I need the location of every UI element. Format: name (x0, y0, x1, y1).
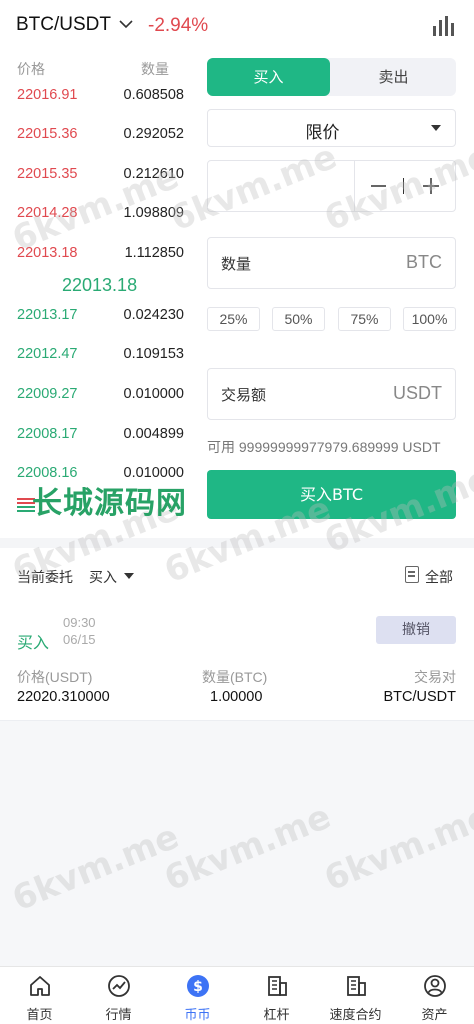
order-type-value: 限价 (305, 123, 340, 143)
bid-price: 22008.17 (17, 426, 78, 442)
order-qty-header: 数量(BTC) (202, 669, 268, 685)
nav-contract[interactable]: 速度合约 (316, 967, 395, 1024)
amount-unit: BTC (406, 252, 442, 272)
amount-label: 数量 (221, 255, 252, 273)
ask-row[interactable]: 22015.36 0.292052 (0, 126, 200, 146)
percent-50-button[interactable]: 50% (272, 307, 325, 331)
nav-label: 资产 (421, 1008, 448, 1023)
ask-qty: 1.112850 (124, 245, 184, 261)
tab-buy[interactable]: 买入 (207, 58, 330, 96)
bid-row[interactable]: 22013.17 0.024230 (0, 307, 200, 327)
contract-icon (347, 976, 366, 996)
pair-title[interactable]: BTC/USDT (16, 14, 111, 36)
ask-qty: 1.098809 (123, 205, 184, 221)
chart-bars-icon[interactable] (432, 16, 454, 36)
text-cursor (403, 178, 404, 194)
ask-row[interactable]: 22015.35 0.212610 (0, 166, 200, 186)
orderbook-price-header: 价格 (17, 62, 45, 78)
buy-btc-button[interactable]: 买入BTC (207, 470, 456, 519)
bid-price: 22013.17 (17, 307, 78, 323)
trade-tabs: 买入 卖出 (207, 58, 456, 96)
ask-price: 22013.18 (17, 245, 78, 261)
bid-qty: 0.004899 (123, 426, 184, 442)
nav-label: 杠杆 (263, 1008, 290, 1023)
price-change: -2.94% (148, 15, 209, 36)
bid-row[interactable]: 22008.17 0.004899 (0, 426, 200, 446)
nav-label: 币币 (184, 1008, 211, 1023)
building-icon (268, 976, 287, 996)
order-pair: BTC/USDT (383, 689, 457, 705)
bid-price: 22009.27 (17, 386, 78, 402)
minus-icon[interactable] (371, 185, 386, 187)
ask-price: 22014.28 (17, 205, 78, 221)
document-icon[interactable] (405, 566, 419, 583)
current-orders-title: 当前委托 (17, 570, 73, 586)
ask-price: 22016.91 (17, 87, 78, 103)
bid-price: 22012.47 (17, 346, 78, 362)
nav-label: 速度合约 (329, 1008, 382, 1023)
price-stepper[interactable] (207, 160, 456, 212)
percent-25-button[interactable]: 25% (207, 307, 260, 331)
ask-row[interactable]: 22016.91 0.608508 (0, 87, 200, 107)
order-price: 22020.310000 (17, 689, 110, 705)
total-label: 交易额 (221, 386, 267, 404)
total-unit: USDT (393, 383, 442, 403)
order-datetime: 09:30 06/15 (63, 614, 96, 648)
percent-100-button[interactable]: 100% (403, 307, 456, 331)
order-price-header: 价格(USDT) (17, 669, 93, 685)
order-type-select[interactable]: 限价 (207, 109, 456, 147)
bid-qty: 0.109153 (123, 346, 184, 362)
orders-filter[interactable]: 买入 (89, 567, 117, 587)
home-icon (30, 976, 50, 996)
empty-area (0, 721, 474, 966)
cancel-order-button[interactable]: 撤销 (376, 616, 456, 644)
percent-75-button[interactable]: 75% (338, 307, 391, 331)
caret-down-icon (431, 125, 441, 131)
nav-margin[interactable]: 杠杆 (237, 967, 316, 1024)
ask-price: 22015.36 (17, 126, 78, 142)
market-icon (108, 975, 130, 997)
header: BTC/USDT -2.94% (0, 0, 474, 54)
ask-qty: 0.212610 (123, 166, 184, 182)
svg-text:$: $ (193, 979, 203, 995)
nav-market[interactable]: 行情 (79, 967, 158, 1024)
stepper-divider (354, 161, 355, 211)
tab-sell[interactable]: 卖出 (331, 58, 456, 96)
amount-field[interactable]: 数量 BTC (207, 237, 456, 289)
bottom-nav: 首页 行情 $ 币币 杠杆 速度合约 资产 (0, 966, 474, 1024)
mid-price[interactable]: 22013.18 (62, 275, 137, 296)
nav-spot[interactable]: $ 币币 (158, 967, 237, 1024)
ask-price: 22015.35 (17, 166, 78, 182)
order-date: 06/15 (63, 632, 96, 647)
bid-qty: 0.010000 (123, 386, 184, 402)
total-field[interactable]: 交易额 USDT (207, 368, 456, 420)
ask-row[interactable]: 22014.28 1.098809 (0, 205, 200, 225)
ask-qty: 0.292052 (123, 126, 184, 142)
chevron-down-icon[interactable] (119, 17, 133, 31)
order-side: 买入 (17, 633, 50, 652)
order-pair-header: 交易对 (414, 669, 456, 685)
ask-row[interactable]: 22013.18 1.112850 (0, 245, 200, 265)
section-divider (0, 538, 474, 548)
nav-assets[interactable]: 资产 (395, 967, 474, 1024)
bid-row[interactable]: 22012.47 0.109153 (0, 346, 200, 366)
bid-qty: 0.024230 (123, 307, 184, 323)
plus-icon-vertical[interactable] (430, 178, 432, 194)
nav-label: 行情 (105, 1008, 132, 1023)
available-balance: 可用 99999999977979.689999 USDT (207, 439, 441, 455)
nav-label: 首页 (26, 1008, 53, 1023)
all-orders-link[interactable]: 全部 (425, 567, 453, 587)
user-icon (424, 975, 446, 997)
nav-home[interactable]: 首页 (0, 967, 79, 1024)
bid-row[interactable]: 22009.27 0.010000 (0, 386, 200, 406)
orderbook-qty-header: 数量 (141, 62, 169, 78)
brand-watermark: 长城源码网 (32, 486, 187, 521)
order-qty: 1.00000 (210, 689, 263, 705)
caret-down-icon[interactable] (124, 573, 134, 579)
ask-qty: 0.608508 (123, 87, 184, 103)
order-time: 09:30 (63, 615, 96, 630)
dollar-icon: $ (187, 975, 209, 997)
